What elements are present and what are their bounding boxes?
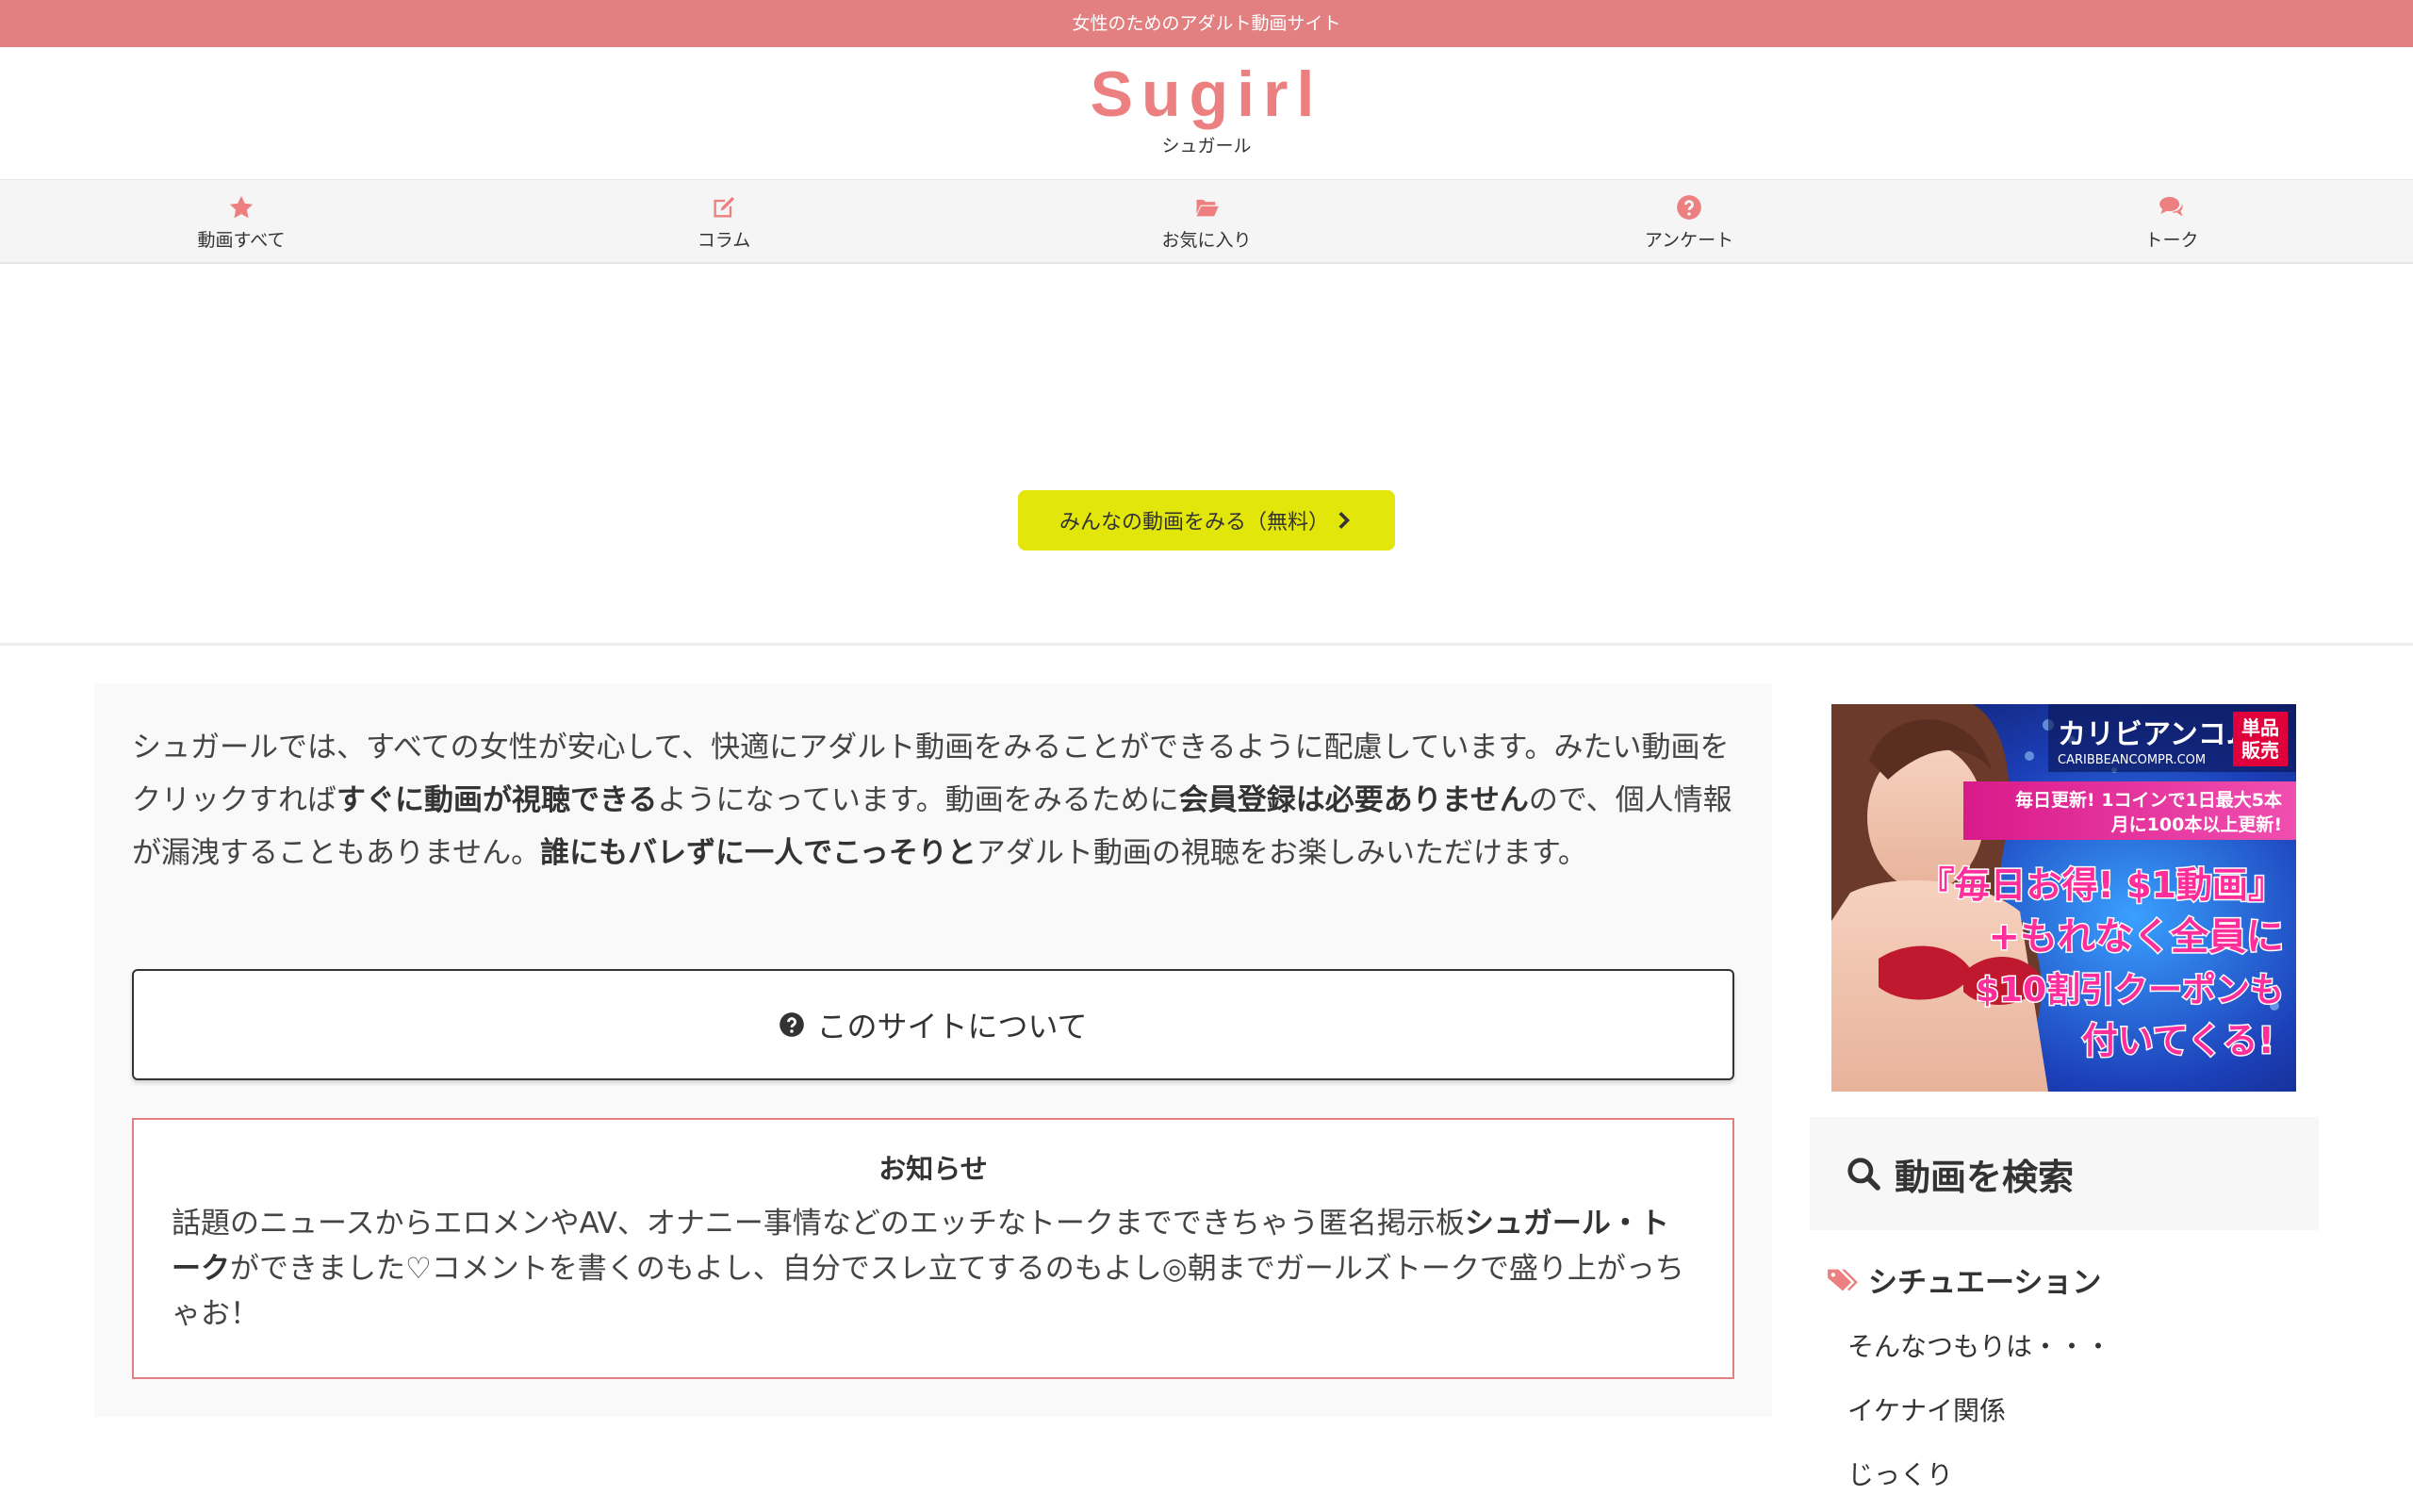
question-circle-icon	[1677, 194, 1701, 220]
notice-box: お知らせ 話題のニュースからエロメンやAV、オナニー事情などのエッチなトークまで…	[132, 1118, 1734, 1379]
nav-item-label: コラム	[697, 229, 751, 251]
main-nav: 動画すべて コラム お気に入り アンケート トーク	[0, 179, 2413, 264]
nav-item-label: 動画すべて	[197, 229, 286, 251]
site-logo[interactable]: Sugirl	[0, 57, 2413, 132]
about-site-label: このサイトについて	[816, 1009, 1088, 1044]
nav-item-talk[interactable]: トーク	[1930, 180, 2413, 265]
site-header: Sugirl シュガール	[0, 47, 2413, 179]
nav-item-label: アンケート	[1644, 229, 1734, 251]
ad-line2: 月に100本以上更新!	[2110, 814, 2282, 835]
ad-headline2: +もれなく全員に	[1988, 915, 2284, 959]
video-search-widget[interactable]: 動画を検索	[1810, 1117, 2319, 1230]
situation-title: シチュエーション	[1868, 1266, 2102, 1300]
situation-category-list: そんなつもりは・・・ イケナイ関係 じっくり	[1847, 1320, 2300, 1512]
view-all-videos-button[interactable]: みんなの動画をみる（無料）	[1018, 490, 1395, 551]
ad-headline1: 『毎日お得! $1動画』	[1919, 864, 2284, 906]
category-item[interactable]: イケナイ関係	[1847, 1384, 2300, 1448]
nav-item-label: お気に入り	[1161, 229, 1252, 251]
nav-item-label: トーク	[2144, 229, 2199, 251]
edit-icon	[714, 196, 735, 217]
view-all-videos-label: みんなの動画をみる（無料）	[1059, 510, 1329, 534]
notice-text-part: 話題のニュースからエロメンやAV、オナニー事情などのエッチなトークまでできちゃう…	[172, 1207, 1465, 1241]
ad-brand: カリビアンコム	[2058, 718, 2255, 751]
top-announcement-bar: 女性のためのアダルト動画サイト	[0, 0, 2413, 47]
ad-headline3: $10割引クーポンも	[1976, 970, 2284, 1010]
about-site-button[interactable]: このサイトについて	[132, 969, 1734, 1080]
intro-text-bold: すぐに動画が視聴できる	[337, 783, 658, 817]
svg-text:単品: 単品	[2241, 716, 2279, 739]
ad-domain: CARIBBEANCOMPR.COM	[2058, 753, 2206, 767]
star-icon	[229, 195, 254, 218]
nav-item-column[interactable]: コラム	[483, 180, 965, 265]
hero-section: みんなの動画をみる（無料）	[0, 264, 2413, 646]
search-title: 動画を検索	[1895, 1156, 2075, 1198]
ad-line1: 毎日更新! 1コインで1日最大5本	[2015, 789, 2282, 811]
intro-text-part: アダルト動画の視聴をお楽しみいただけます。	[976, 836, 1587, 870]
main-content: シュガールでは、すべての女性が安心して、快適にアダルト動画をみることができるよう…	[94, 683, 1772, 1417]
tagline: 女性のためのアダルト動画サイト	[1072, 13, 1341, 34]
notice-body: 話題のニュースからエロメンやAV、オナニー事情などのエッチなトークまでできちゃう…	[172, 1201, 1695, 1337]
comments-icon	[2159, 196, 2183, 216]
ad-headline4: 付いてくる!	[2082, 1020, 2274, 1061]
nav-item-favorites[interactable]: お気に入り	[965, 180, 1448, 265]
caribbeancom-ad-banner[interactable]: カリビアンコム 単品 販売 CARIBBEANCOMPR.COM 毎日更新! 1…	[1831, 704, 2296, 1092]
tags-icon	[1828, 1269, 1858, 1290]
site-logo-subtitle: シュガール	[1161, 136, 1252, 156]
nav-item-survey[interactable]: アンケート	[1448, 180, 1930, 265]
intro-text: シュガールでは、すべての女性が安心して、快適にアダルト動画をみることができるよう…	[132, 721, 1734, 879]
situation-heading: シチュエーション	[1827, 1258, 2101, 1301]
question-circle-icon	[780, 1012, 805, 1037]
notice-text-part: ができました♡コメントを書くのもよし、自分でスレ立てするのもよし◎朝までガールズ…	[172, 1252, 1684, 1331]
search-icon	[1847, 1158, 1880, 1191]
ad-banner-image: カリビアンコム 単品 販売 CARIBBEANCOMPR.COM 毎日更新! 1…	[1831, 704, 2296, 1092]
nav-item-all-videos[interactable]: 動画すべて	[0, 180, 483, 265]
intro-text-part: ようになっています。動画をみるために	[657, 783, 1179, 817]
chevron-right-icon	[1338, 512, 1350, 529]
folder-open-icon	[1195, 199, 1219, 216]
category-item[interactable]: じっくり	[1847, 1448, 2300, 1512]
svg-text:販売: 販売	[2241, 739, 2279, 762]
intro-text-bold: 会員登録は必要ありません	[1178, 783, 1529, 817]
notice-title: お知らせ	[878, 1153, 988, 1185]
category-item[interactable]: そんなつもりは・・・	[1847, 1320, 2300, 1384]
intro-text-bold: 誰にもバレずに一人でこっそりと	[540, 836, 977, 870]
